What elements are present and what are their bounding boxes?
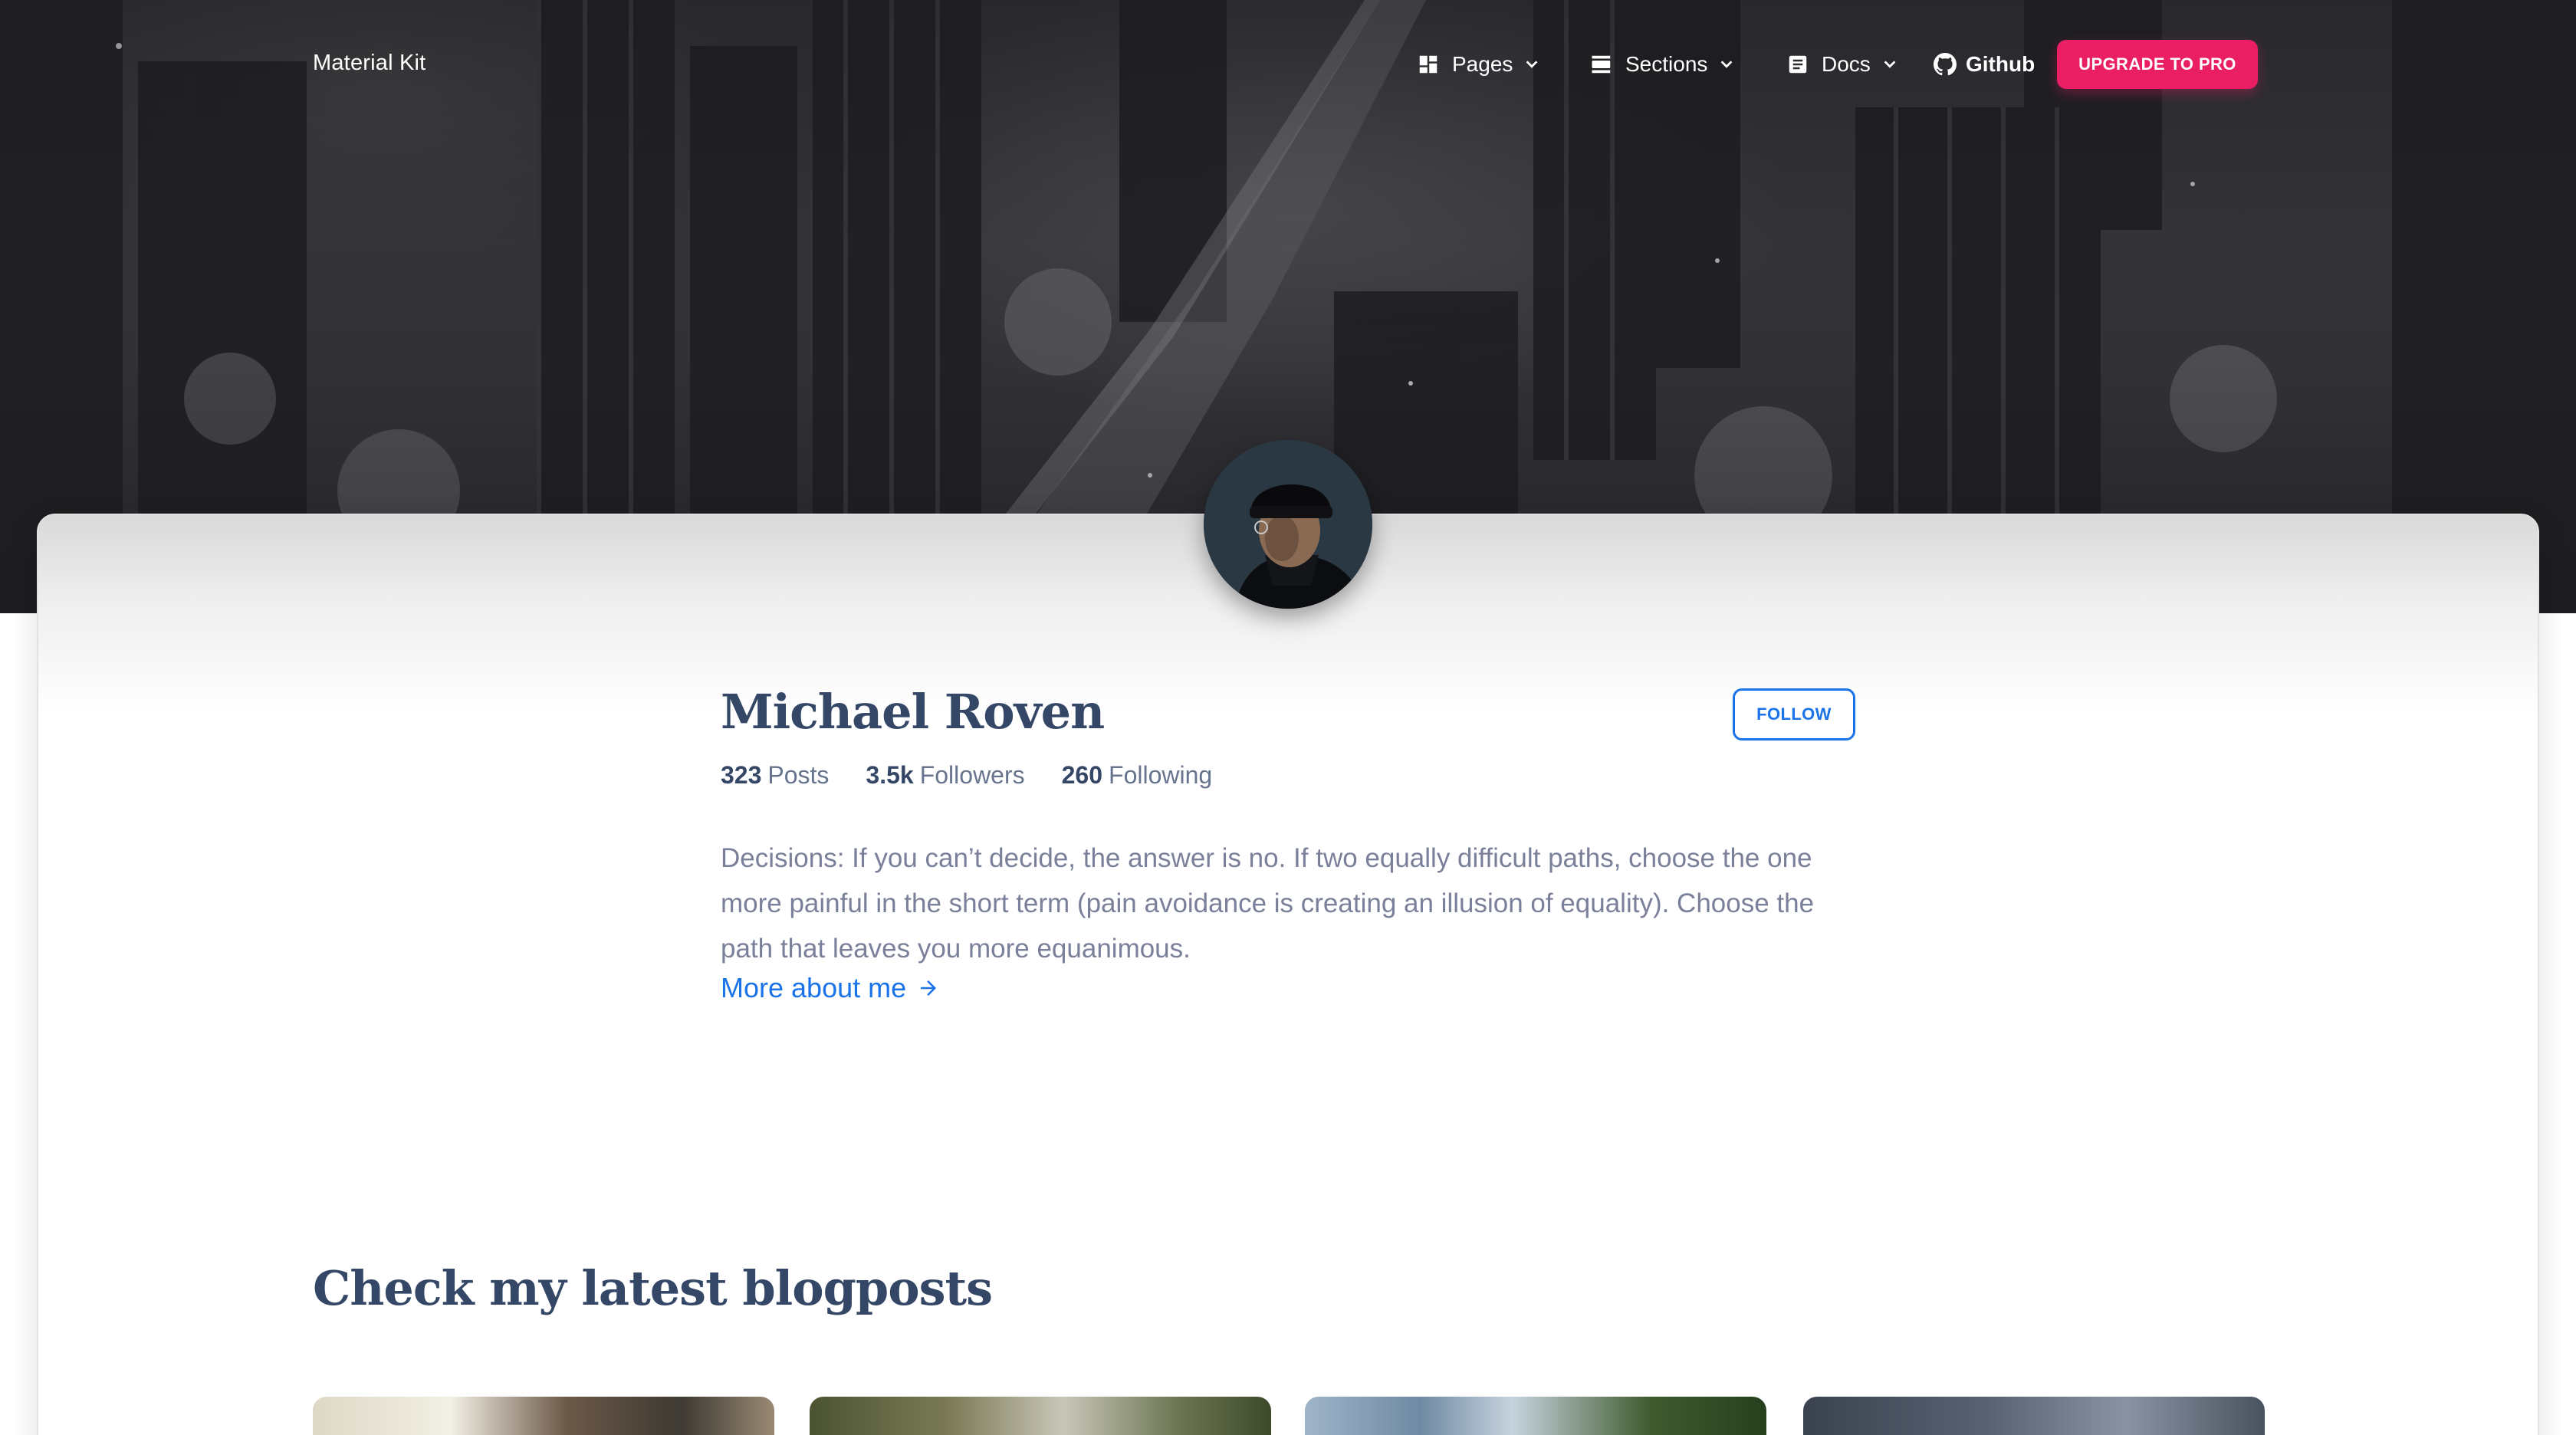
blog-post-card-image[interactable] bbox=[313, 1397, 774, 1435]
stat-posts-label: Posts bbox=[767, 761, 830, 789]
blogposts-section-title: Check my latest blogposts bbox=[313, 1260, 993, 1316]
stat-posts: 323 Posts bbox=[721, 761, 829, 790]
profile-stats: 323 Posts 3.5k Followers 260 Following bbox=[721, 761, 1249, 790]
chevron-down-icon bbox=[1718, 56, 1735, 73]
nav-docs-label: Docs bbox=[1822, 52, 1871, 76]
profile-photo bbox=[1204, 440, 1372, 609]
upgrade-to-pro-button[interactable]: UPGRADE TO PRO bbox=[2057, 40, 2258, 89]
blog-post-card-image[interactable] bbox=[810, 1397, 1271, 1435]
stat-following-label: Following bbox=[1109, 761, 1213, 789]
navbar: Material Kit Pages Sections Docs Github bbox=[0, 0, 2576, 130]
profile-name: Michael Roven bbox=[721, 684, 1105, 740]
view-day-icon bbox=[1590, 53, 1613, 76]
arrow-right-icon bbox=[917, 977, 940, 1000]
nav-pages-label: Pages bbox=[1452, 52, 1513, 76]
nav-github-link[interactable]: Github bbox=[1934, 48, 2035, 81]
nav-docs[interactable]: Docs bbox=[1786, 48, 1898, 81]
more-about-me-link[interactable]: More about me bbox=[721, 972, 940, 1004]
nav-sections-label: Sections bbox=[1625, 52, 1708, 76]
dashboard-icon bbox=[1417, 53, 1440, 76]
avatar bbox=[1204, 440, 1372, 609]
article-icon bbox=[1786, 53, 1809, 76]
stat-following: 260 Following bbox=[1062, 761, 1213, 790]
stat-followers-value: 3.5k bbox=[866, 761, 914, 789]
stat-posts-value: 323 bbox=[721, 761, 762, 789]
nav-github-label: Github bbox=[1966, 52, 2036, 76]
more-about-me-label: More about me bbox=[721, 972, 907, 1003]
follow-button[interactable]: FOLLOW bbox=[1733, 688, 1855, 740]
blog-post-card-image[interactable] bbox=[1305, 1397, 1766, 1435]
stat-followers: 3.5k Followers bbox=[866, 761, 1024, 790]
chevron-down-icon bbox=[1881, 56, 1898, 73]
blog-post-card-image[interactable] bbox=[1803, 1397, 2265, 1435]
nav-pages[interactable]: Pages bbox=[1417, 48, 1540, 81]
chevron-down-icon bbox=[1523, 56, 1540, 73]
stat-following-value: 260 bbox=[1061, 761, 1103, 789]
github-icon bbox=[1934, 53, 1957, 76]
profile-bio: Decisions: If you can’t decide, the answ… bbox=[721, 843, 1815, 964]
nav-sections[interactable]: Sections bbox=[1590, 48, 1735, 81]
brand-logo[interactable]: Material Kit bbox=[313, 51, 426, 76]
stat-followers-label: Followers bbox=[919, 761, 1025, 789]
